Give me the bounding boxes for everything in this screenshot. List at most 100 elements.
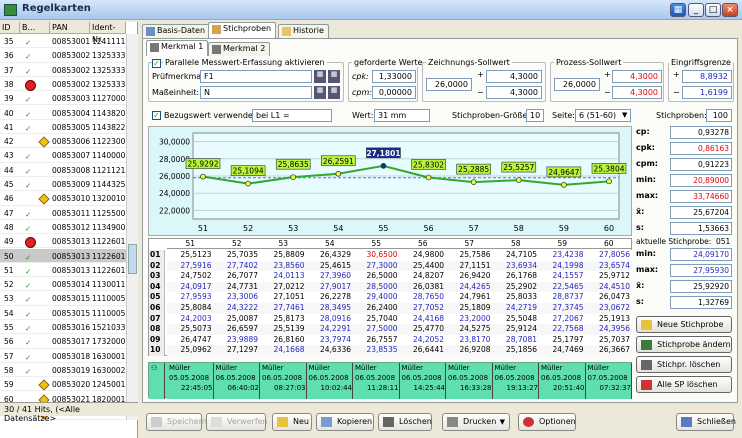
grid-cell[interactable]: 25,7035 xyxy=(213,250,260,261)
grid-col-header[interactable]: 57 xyxy=(446,239,493,249)
speichern-button[interactable]: Speichern xyxy=(146,413,207,431)
grid-cell[interactable]: 23,6934 xyxy=(492,260,539,272)
col-header-ident[interactable]: Ident-Nr. xyxy=(90,22,126,44)
grid-cell[interactable]: 26,0473 xyxy=(585,292,632,303)
grid-cell[interactable]: 26,1768 xyxy=(492,271,539,282)
grid-cell[interactable]: 24,1557 xyxy=(539,271,586,282)
grid-cell[interactable]: 23,2000 xyxy=(446,313,493,325)
data-point[interactable] xyxy=(561,182,567,188)
grid-cell[interactable]: 25,1913 xyxy=(585,313,632,325)
grid-cell[interactable]: 27,5000 xyxy=(353,324,400,335)
neu-button[interactable]: Neu xyxy=(272,413,312,431)
grid-cell[interactable]: 23,3006 xyxy=(213,292,260,303)
prozess-minus[interactable]: 4,3000 xyxy=(612,86,662,99)
grid-cell[interactable]: 22,7568 xyxy=(539,324,586,335)
bezug-checkbox[interactable]: ✓ xyxy=(152,111,161,120)
grid-cell[interactable]: 27,1051 xyxy=(260,292,307,303)
grid-cell[interactable]: 23,4238 xyxy=(539,250,586,261)
user-cell[interactable]: Müller 07.05.2008 07:32:37 xyxy=(585,363,632,399)
zeichnung-minus[interactable]: 4,3000 xyxy=(486,86,542,99)
list-row[interactable]: 44 ✓ 00853008 1121121 xyxy=(0,163,126,177)
grid-cell[interactable]: 27,9017 xyxy=(306,281,353,293)
grid-cell[interactable]: 28,3495 xyxy=(306,303,353,314)
grid-cell[interactable]: 26,5000 xyxy=(353,271,400,282)
grid-cell[interactable]: 24,2052 xyxy=(399,334,446,346)
list-row[interactable]: 51 ✓ 00853013 1122601 xyxy=(0,263,126,278)
user-cell[interactable]: Müller 06.05.2008 10:02:44 xyxy=(306,363,353,399)
calc-icon[interactable]: ▦ xyxy=(314,86,326,99)
grid-cell[interactable]: 24,3956 xyxy=(585,324,632,335)
grid-cell[interactable]: 26,4747 xyxy=(167,334,214,346)
list-row[interactable]: 38 00853002 1325333 xyxy=(0,77,126,92)
scroll-thumb[interactable] xyxy=(128,244,137,274)
grid-cell[interactable]: 22,5465 xyxy=(539,281,586,293)
list-row[interactable]: 53 ✓ 00853015 1110005 xyxy=(0,291,126,306)
prozess-plus[interactable]: 4,3000 xyxy=(612,70,662,83)
grid-cell[interactable]: 24,2291 xyxy=(306,324,353,335)
grid-col-header[interactable]: 53 xyxy=(260,239,307,249)
grid-cell[interactable]: 24,4265 xyxy=(446,281,493,293)
loeschen-button[interactable]: Löschen xyxy=(378,413,432,431)
grid-cell[interactable]: 24,2003 xyxy=(167,313,214,325)
grid-cell[interactable]: 25,1809 xyxy=(446,303,493,314)
grid-cell[interactable]: 26,0381 xyxy=(399,281,446,293)
chevron-down-icon[interactable]: ▼ xyxy=(622,111,627,119)
grid-cell[interactable]: 24,9800 xyxy=(399,250,446,261)
list-row[interactable]: 41 ✓ 00853005 1143822 xyxy=(0,120,126,135)
user-cell[interactable]: Müller 05.05.2008 22:45:05 xyxy=(167,363,214,399)
cpk-input[interactable]: 1,33000 xyxy=(372,70,416,83)
grid-cell[interactable]: 24,5275 xyxy=(446,324,493,335)
grid-cell[interactable]: 25,0087 xyxy=(213,313,260,325)
grid-cell[interactable]: 24,7961 xyxy=(446,292,493,303)
list-row[interactable]: 50 ✓ 00853013 1122601 xyxy=(0,248,126,263)
stichprobe-aendern-button[interactable]: Stichprobe ändern xyxy=(636,336,732,353)
user-cell[interactable]: Müller 06.05.2008 08:27:03 xyxy=(260,363,307,399)
tab-basis-daten[interactable]: Basis-Daten xyxy=(142,24,211,38)
grid-col-header[interactable]: 54 xyxy=(306,239,353,249)
grid-cell[interactable]: 25,4400 xyxy=(399,260,446,272)
grid-cell[interactable]: 25,1856 xyxy=(492,345,539,356)
grid-cell[interactable]: 27,3000 xyxy=(353,260,400,272)
list-row[interactable]: 46 00853010 1320010 xyxy=(0,191,126,206)
user-cell[interactable]: Müller 06.05.2008 06:40:02 xyxy=(213,363,260,399)
list-row[interactable]: 57 ✓ 00853018 1630001 xyxy=(0,349,126,363)
grid-cell[interactable]: 27,2067 xyxy=(539,313,586,325)
user-cell[interactable]: Müller 06.05.2008 11:28:11 xyxy=(353,363,400,399)
grid-cell[interactable]: 26,2278 xyxy=(306,292,353,303)
bezug-input[interactable]: bei L1 = xyxy=(252,109,332,122)
list-row[interactable]: 56 ✓ 00853017 1732000 xyxy=(0,334,126,349)
calc-icon[interactable]: ▦ xyxy=(314,70,326,83)
grid-col-header[interactable]: 56 xyxy=(399,239,446,249)
tile-icon[interactable]: ▦ xyxy=(670,3,686,17)
grid-cell[interactable]: 24,7502 xyxy=(167,271,214,282)
grid-cell[interactable]: 25,8033 xyxy=(492,292,539,303)
grid-cell[interactable]: 25,9712 xyxy=(585,271,632,282)
grid-cell[interactable]: 25,9124 xyxy=(492,324,539,335)
grid-cell[interactable]: 23,6574 xyxy=(585,260,632,272)
grid-cell[interactable]: 24,0113 xyxy=(260,271,307,282)
grid-cell[interactable]: 23,0672 xyxy=(585,303,632,314)
tab-merkmal-1[interactable]: Merkmal 1 xyxy=(146,40,209,56)
eingriff-minus[interactable]: 1,6199 xyxy=(682,86,732,99)
zeichnung-plus[interactable]: 4,3000 xyxy=(486,70,542,83)
maximize-button[interactable]: □ xyxy=(705,3,721,17)
eingriff-plus[interactable]: 8,8932 xyxy=(682,70,732,83)
groesse-input[interactable]: 10 xyxy=(526,109,544,122)
grid-cell[interactable]: 24,1998 xyxy=(539,260,586,272)
grid-cell[interactable]: 27,8056 xyxy=(585,250,632,261)
list-row[interactable]: 42 00853006 1122300 xyxy=(0,134,126,149)
list-row[interactable]: 47 ✓ 00853011 1125500 xyxy=(0,206,126,220)
neue-stichprobe-button[interactable]: Neue Stichprobe xyxy=(636,316,732,333)
grid-cell[interactable]: 26,6597 xyxy=(213,324,260,335)
list-row[interactable]: 52 ✓ 00853014 1130011 xyxy=(0,277,126,292)
minimize-button[interactable]: _ xyxy=(688,3,704,17)
grid-cell[interactable]: 23,8560 xyxy=(260,260,307,272)
kopieren-button[interactable]: Kopieren xyxy=(316,413,374,431)
user-cell[interactable]: Müller 06.05.2008 16:33:28 xyxy=(446,363,493,399)
list-row[interactable]: 49 00853013 1122601 xyxy=(0,234,126,249)
grid-cell[interactable]: 25,4615 xyxy=(306,260,353,272)
zeichnung-value[interactable]: 26,0000 xyxy=(426,78,472,91)
user-cell[interactable]: Müller 06.05.2008 19:13:27 xyxy=(492,363,539,399)
grid-cell[interactable]: 30,6500 xyxy=(353,250,400,261)
grid-cell[interactable]: 27,3745 xyxy=(539,303,586,314)
